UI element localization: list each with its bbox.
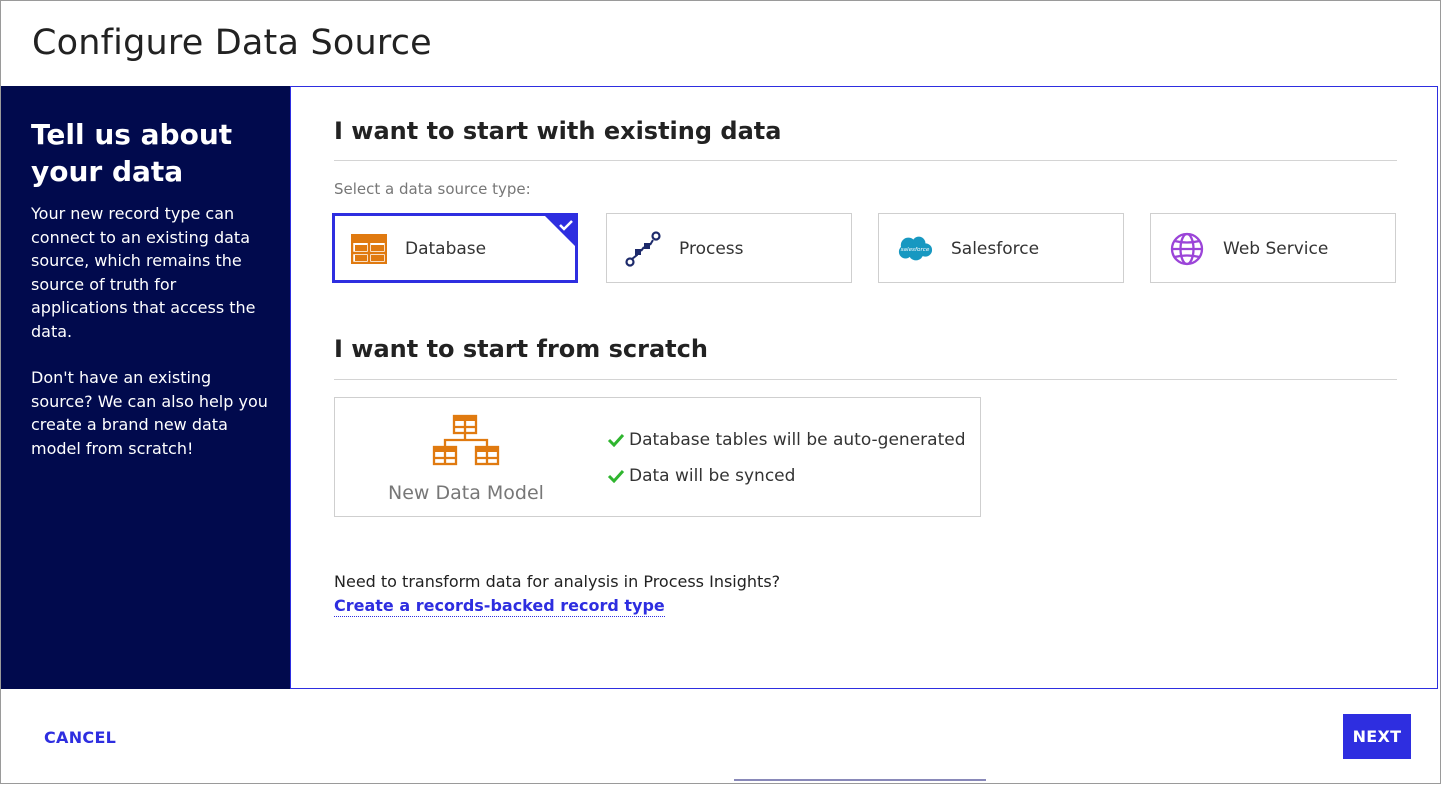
source-option-web-service[interactable]: Web Service [1150,213,1396,283]
cancel-button[interactable]: CANCEL [31,714,129,760]
check-icon [607,469,625,483]
sidebar-paragraph-existing: Your new record type can connect to an e… [31,204,256,341]
sidebar-heading: Tell us about your data [31,118,233,188]
source-option-label: Web Service [1223,239,1329,259]
database-icon [351,231,387,267]
source-option-database[interactable]: Database [332,213,578,283]
main-panel: I want to start with existing data Selec… [290,86,1438,689]
data-model-icon [432,414,500,470]
scratch-divider [334,379,1397,380]
feature-text: Database tables will be auto-generated [629,430,966,450]
feature-auto-generated: Database tables will be auto-generated [607,430,965,450]
configure-data-source-dialog: Configure Data Source Tell us about your… [0,0,1441,784]
feature-text: Data will be synced [629,466,796,486]
source-option-label: Process [679,239,744,259]
select-source-label: Select a data source type: [334,180,531,198]
dialog-title: Configure Data Source [32,23,432,63]
salesforce-icon: salesforce [897,231,933,267]
source-option-salesforce[interactable]: salesforce Salesforce [878,213,1124,283]
new-data-model-option[interactable]: New Data Model Database tables will be a… [334,397,981,517]
svg-text:salesforce: salesforce [901,247,930,253]
check-icon [607,433,625,447]
sidebar-paragraph-scratch: Don't have an existing source? We can al… [31,368,268,458]
source-option-label: Salesforce [951,239,1040,259]
selected-check-icon [544,215,576,247]
scratch-heading: I want to start from scratch [334,335,708,363]
process-icon [625,231,661,267]
existing-divider [334,160,1397,161]
new-data-model-label: New Data Model [388,482,544,504]
source-option-label: Database [405,239,487,259]
transform-prompt: Need to transform data for analysis in P… [334,572,781,591]
records-backed-link[interactable]: Create a records-backed record type [334,596,665,617]
next-button[interactable]: NEXT [1343,714,1411,759]
background-page-peek [734,773,986,785]
globe-icon [1169,231,1205,267]
feature-synced: Data will be synced [607,466,795,486]
source-option-process[interactable]: Process [606,213,852,283]
existing-data-heading: I want to start with existing data [334,117,782,145]
info-sidebar: Tell us about your data Your new record … [1,86,290,689]
